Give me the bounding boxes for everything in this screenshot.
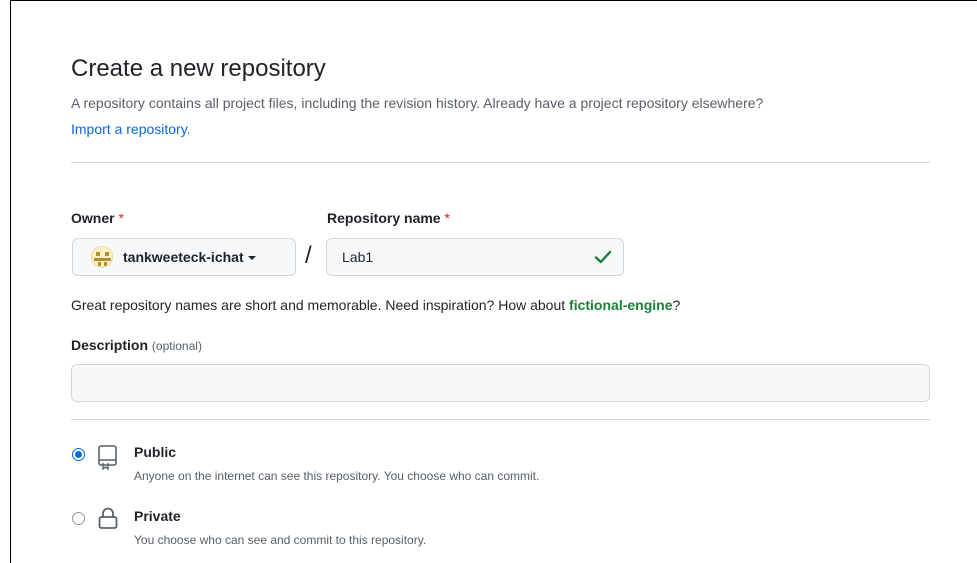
owner-label-text: Owner: [71, 210, 115, 226]
description-label-text: Description: [71, 337, 149, 353]
owner-name: tankweeteck-ichat: [123, 249, 244, 265]
visibility-divider: [71, 419, 930, 420]
description-optional-tag: (optional): [151, 339, 202, 353]
public-radio[interactable]: [72, 448, 85, 461]
name-suggestion-link[interactable]: fictional-engine: [569, 297, 672, 313]
private-option-description: You choose who can see and commit to thi…: [134, 533, 427, 547]
caret-down-icon: [247, 256, 256, 260]
owner-repo-separator: /: [305, 242, 312, 269]
header-divider: [71, 162, 930, 163]
check-icon: [594, 250, 612, 264]
window-frame-top: [10, 0, 977, 1]
public-option-title: Public: [134, 444, 177, 460]
private-option-title: Private: [134, 508, 181, 524]
repository-name-label-text: Repository name: [327, 210, 441, 226]
public-option-description: Anyone on the internet can see this repo…: [134, 469, 540, 483]
repository-required-mark: *: [444, 210, 450, 226]
owner-avatar-icon: [91, 246, 113, 268]
repository-name-hint: Great repository names are short and mem…: [71, 297, 680, 313]
repository-name-label: Repository name *: [327, 210, 450, 226]
lock-icon: [98, 507, 118, 529]
description-input[interactable]: [71, 364, 930, 402]
owner-required-mark: *: [118, 210, 124, 226]
repository-name-input[interactable]: [326, 238, 624, 276]
import-repository-link[interactable]: Import a repository.: [71, 121, 191, 137]
private-radio[interactable]: [72, 512, 85, 525]
hint-suffix: ?: [672, 297, 681, 313]
hint-text: Great repository names are short and mem…: [71, 297, 570, 313]
owner-dropdown-button[interactable]: tankweeteck-ichat: [72, 238, 296, 276]
page-subtitle: A repository contains all project files,…: [71, 95, 764, 111]
window-frame-left: [10, 0, 11, 563]
repo-icon: [98, 445, 117, 470]
page-title: Create a new repository: [71, 55, 326, 82]
description-label: Description (optional): [71, 337, 202, 353]
owner-label: Owner *: [71, 210, 124, 226]
